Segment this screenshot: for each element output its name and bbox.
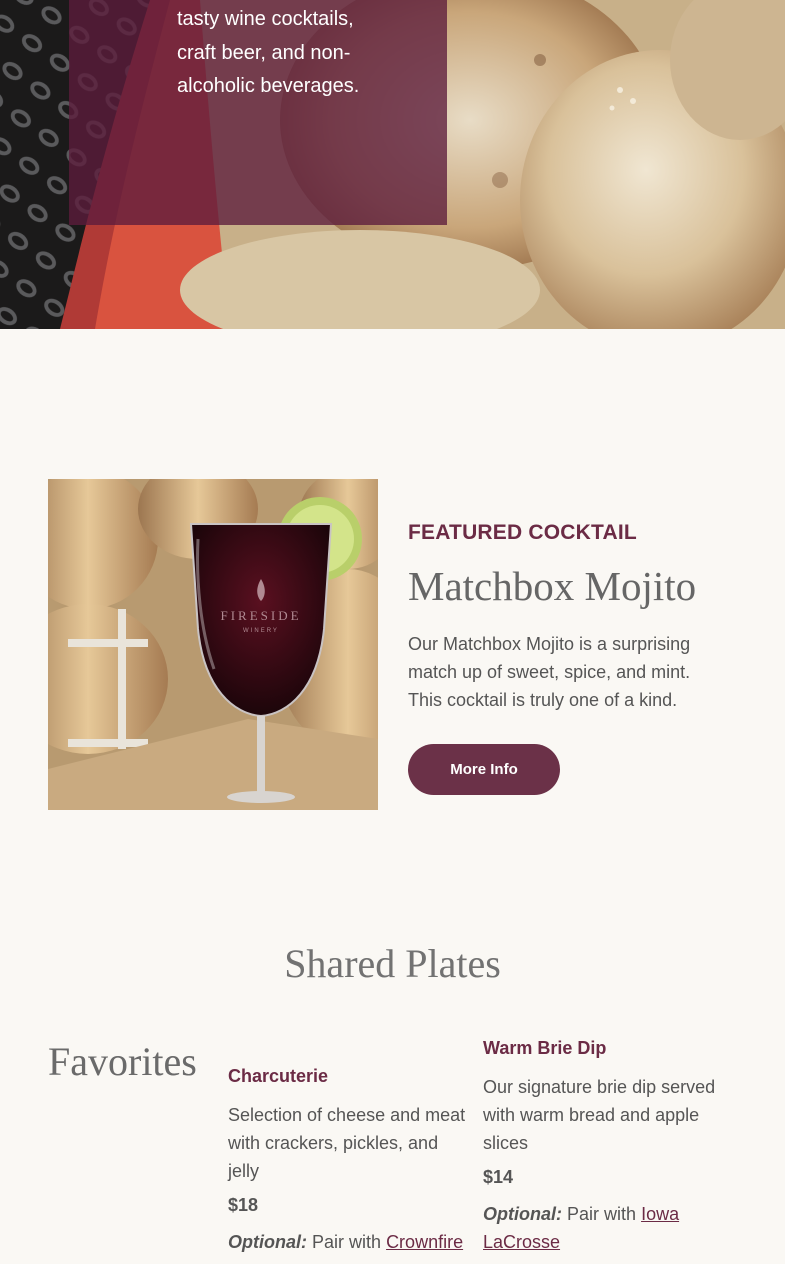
hero-banner: tasty wine cocktails, craft beer, and no…	[0, 0, 785, 329]
featured-title: Matchbox Mojito	[408, 563, 697, 609]
menu-item-charcuterie: Charcuterie Selection of cheese and meat…	[228, 1066, 473, 1256]
item-price: $14	[483, 1167, 514, 1187]
item-description: Our signature brie dip served with warm …	[483, 1077, 716, 1153]
featured-cocktail-photo: FIRESIDE WINERY	[48, 479, 378, 810]
optional-label: Optional:	[483, 1204, 562, 1224]
hero-text: tasty wine cocktails, craft beer, and no…	[177, 8, 360, 98]
section-title: Shared Plates	[284, 941, 501, 986]
item-name: Charcuterie	[228, 1066, 329, 1086]
pair-text: Pair with	[312, 1232, 382, 1252]
featured-description: Our Matchbox Mojito is a surprising matc…	[408, 634, 691, 710]
item-pairing: Optional: Pair with Crownfire	[228, 1228, 473, 1256]
pair-text: Pair with	[567, 1204, 637, 1224]
item-pairing: Optional: Pair with Iowa LaCrosse	[483, 1200, 728, 1256]
more-info-button[interactable]: More Info	[408, 744, 560, 795]
glass-sub-label: WINERY	[243, 628, 279, 634]
item-price: $18	[228, 1195, 259, 1215]
menu-item-warm-brie-dip: Warm Brie Dip Our signature brie dip ser…	[483, 1038, 728, 1256]
glass-brand-label: FIRESIDE	[220, 608, 301, 623]
featured-eyebrow: FEATURED COCKTAIL	[408, 521, 637, 544]
optional-label: Optional:	[228, 1232, 307, 1252]
item-description: Selection of cheese and meat with cracke…	[228, 1105, 466, 1181]
category-title: Favorites	[48, 1039, 197, 1084]
item-name: Warm Brie Dip	[483, 1038, 607, 1058]
pair-link-crownfire[interactable]: Crownfire	[386, 1232, 463, 1252]
